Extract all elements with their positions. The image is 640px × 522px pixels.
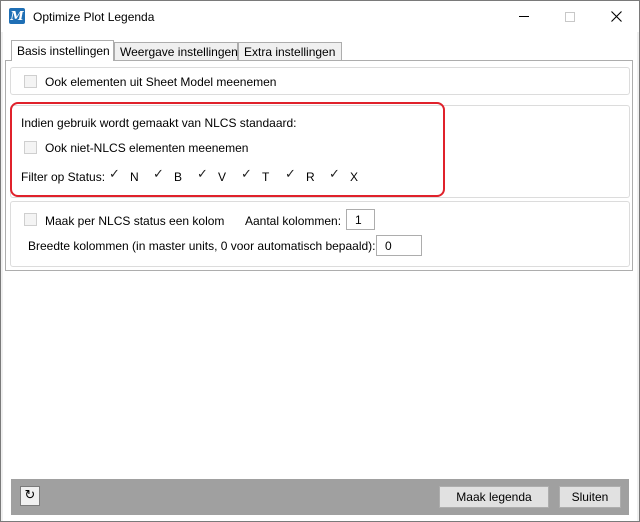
close-icon xyxy=(610,11,622,22)
status-t-label: T xyxy=(262,170,270,184)
nlcs-group: Indien gebruik wordt gemaakt van NLCS st… xyxy=(10,105,630,198)
per-status-kolom-checkbox[interactable] xyxy=(24,213,37,226)
tab-basis-instellingen[interactable]: Basis instellingen xyxy=(11,40,114,61)
status-b-label: B xyxy=(174,170,183,184)
aantal-kolommen-input[interactable]: 1 xyxy=(346,209,375,230)
aantal-kolommen-label: Aantal kolommen: xyxy=(245,214,342,228)
dialog-window: M Optimize Plot Legenda Basis instelling… xyxy=(0,0,640,522)
close-button[interactable] xyxy=(593,1,639,32)
minimize-button[interactable] xyxy=(501,1,547,32)
status-x-checkbox[interactable] xyxy=(329,167,342,182)
kolom-group: Maak per NLCS status een kolom Aantal ko… xyxy=(10,201,630,267)
per-status-kolom-label: Maak per NLCS status een kolom xyxy=(45,214,225,228)
niet-nlcs-checkbox[interactable] xyxy=(24,141,37,154)
tab-panel-basis: Ook elementen uit Sheet Model meenemen I… xyxy=(5,60,633,271)
status-b-checkbox[interactable] xyxy=(153,167,166,182)
status-v-label: V xyxy=(218,170,227,184)
sheet-model-group: Ook elementen uit Sheet Model meenemen xyxy=(10,67,630,95)
minimize-icon xyxy=(519,16,529,17)
tab-extra-instellingen[interactable]: Extra instellingen xyxy=(238,42,342,60)
niet-nlcs-label: Ook niet-NLCS elementen meenemen xyxy=(45,141,249,155)
status-t-checkbox[interactable] xyxy=(241,167,254,182)
window-title: Optimize Plot Legenda xyxy=(33,10,155,24)
tab-weergave-instellingen[interactable]: Weergave instellingen xyxy=(114,42,238,60)
maak-legenda-button[interactable]: Maak legenda xyxy=(439,486,549,508)
title-bar[interactable]: M Optimize Plot Legenda xyxy=(1,1,639,32)
sheet-model-label: Ook elementen uit Sheet Model meenemen xyxy=(45,75,277,89)
nlcs-heading: Indien gebruik wordt gemaakt van NLCS st… xyxy=(21,116,297,130)
dialog-content: Basis instellingen Weergave instellingen… xyxy=(3,32,637,521)
app-logo-icon: M xyxy=(9,8,25,24)
maximize-button[interactable] xyxy=(547,1,593,32)
sheet-model-checkbox[interactable] xyxy=(24,75,37,88)
sluiten-button[interactable]: Sluiten xyxy=(559,486,621,508)
maximize-icon xyxy=(565,11,575,22)
status-n-checkbox[interactable] xyxy=(109,167,122,182)
breedte-kolommen-input[interactable]: 0 xyxy=(376,235,422,256)
status-v-checkbox[interactable] xyxy=(197,167,210,182)
status-r-label: R xyxy=(306,170,315,184)
status-x-label: X xyxy=(350,170,359,184)
status-r-checkbox[interactable] xyxy=(285,167,298,182)
breedte-kolommen-label: Breedte kolommen (in master units, 0 voo… xyxy=(28,239,376,253)
status-n-label: N xyxy=(130,170,139,184)
refresh-button[interactable]: ↻ xyxy=(20,486,40,506)
filter-status-label: Filter op Status: xyxy=(21,170,106,184)
footer-bar: ↻ Maak legenda Sluiten xyxy=(11,479,629,515)
refresh-icon: ↻ xyxy=(24,488,36,503)
